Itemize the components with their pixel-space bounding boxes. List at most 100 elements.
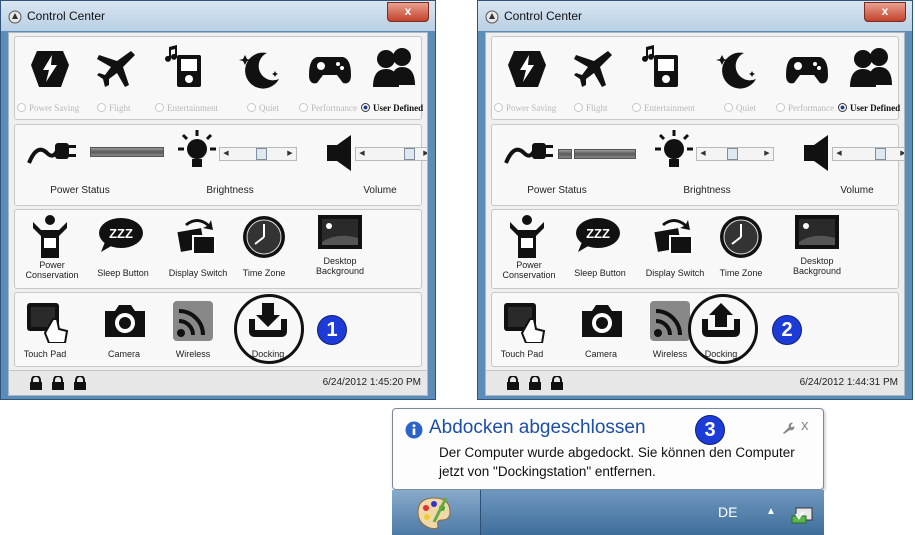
- mode-radio-flight[interactable]: Flight: [97, 103, 131, 113]
- camera-icon[interactable]: [103, 303, 147, 339]
- display-switch-label: Display Switch: [645, 268, 705, 278]
- power-saving-icon[interactable]: [504, 45, 550, 91]
- power-conservation-icon[interactable]: [508, 214, 546, 258]
- mode-radio-performance[interactable]: Performance: [776, 103, 834, 113]
- lock-icon: [507, 376, 519, 390]
- performance-icon[interactable]: [307, 45, 353, 91]
- power-status-bar: [574, 149, 636, 159]
- mode-radio-quiet[interactable]: Quiet: [247, 103, 279, 113]
- dock-power-segment: [558, 149, 572, 159]
- mode-radio-entertainment[interactable]: Entertainment: [155, 103, 218, 113]
- touch-pad-label: Touch Pad: [23, 349, 67, 359]
- volume-label: Volume: [363, 185, 397, 196]
- brightness-icon[interactable]: [175, 129, 219, 177]
- status-panel: ◀▶ ◀▶ Power Status Brightness Volume: [14, 124, 427, 206]
- time-zone-icon[interactable]: [718, 214, 764, 260]
- power-conservation-label: Power Conservation: [502, 260, 556, 280]
- power-conservation-icon[interactable]: [31, 214, 69, 258]
- power-status-label: Power Status: [527, 185, 587, 196]
- wireless-icon[interactable]: [171, 299, 215, 343]
- volume-slider[interactable]: ◀▶: [355, 147, 427, 161]
- desktop-background-label: Desktop Background: [315, 256, 365, 276]
- mode-radio-performance[interactable]: Performance: [299, 103, 357, 113]
- mode-radio-user-defined[interactable]: User Defined: [838, 103, 900, 113]
- time-zone-icon[interactable]: [241, 214, 287, 260]
- flight-icon[interactable]: [93, 45, 139, 91]
- touch-pad-icon[interactable]: [502, 299, 546, 343]
- power-plug-icon[interactable]: [504, 133, 554, 173]
- show-hidden-icons-arrow[interactable]: ▲: [766, 506, 776, 517]
- settings-panel: ZZZ Power Conservation Sleep Button Disp…: [14, 209, 422, 289]
- close-button[interactable]: x: [864, 2, 906, 22]
- brightness-label: Brightness: [683, 185, 731, 196]
- notification-close-button[interactable]: x: [801, 417, 809, 434]
- mode-radio-power-saving[interactable]: Power Saving: [17, 103, 79, 113]
- brightness-slider[interactable]: ◀ ▶: [219, 147, 297, 161]
- performance-icon[interactable]: [784, 45, 830, 91]
- time-zone-label: Time Zone: [242, 268, 286, 278]
- camera-label: Camera: [584, 349, 617, 359]
- docking-highlight-ring: [234, 294, 304, 364]
- sleep-button-label: Sleep Button: [574, 268, 626, 278]
- touch-pad-icon[interactable]: [25, 299, 69, 343]
- power-status-label: Power Status: [50, 185, 110, 196]
- volume-slider[interactable]: ◀▶: [832, 147, 904, 161]
- notification-text: Der Computer wurde abgedockt. Sie können…: [439, 445, 795, 479]
- power-plug-icon[interactable]: [27, 133, 77, 173]
- devices-panel: Touch Pad Camera Wireless Docking 2: [491, 292, 899, 367]
- power-status-bar: [90, 147, 164, 157]
- user-defined-icon[interactable]: [848, 45, 894, 91]
- mode-radio-power-saving[interactable]: Power Saving: [494, 103, 556, 113]
- lock-icon: [529, 376, 541, 390]
- settings-panel: ZZZ Power Conservation Sleep Button Disp…: [491, 209, 899, 289]
- paint-palette-icon: [417, 497, 451, 530]
- display-switch-icon[interactable]: [175, 214, 219, 258]
- flight-icon[interactable]: [570, 45, 616, 91]
- volume-icon[interactable]: [802, 133, 832, 173]
- language-indicator[interactable]: DE: [718, 504, 737, 520]
- desktop-background-icon[interactable]: [794, 214, 840, 250]
- entertainment-icon[interactable]: [640, 43, 686, 89]
- mode-radio-quiet[interactable]: Quiet: [724, 103, 756, 113]
- display-switch-icon[interactable]: [652, 214, 696, 258]
- docking-tray-icon[interactable]: [790, 504, 814, 524]
- camera-label: Camera: [107, 349, 140, 359]
- power-saving-icon[interactable]: [27, 45, 73, 91]
- time-zone-label: Time Zone: [719, 268, 763, 278]
- entertainment-icon[interactable]: [163, 43, 209, 89]
- notification-title: Abdocken abgeschlossen: [429, 417, 646, 438]
- start-button[interactable]: [392, 490, 481, 535]
- control-center-client: Power Saving Flight Entertainment Quiet …: [8, 32, 428, 396]
- wireless-label: Wireless: [652, 349, 688, 359]
- mode-radio-flight[interactable]: Flight: [574, 103, 608, 113]
- control-center-window-1: Control Center x Power Saving Flight Ent…: [0, 0, 436, 400]
- status-panel: ◀▶ ◀▶ Power Status Brightness Volume: [491, 124, 904, 206]
- callout-badge: 2: [772, 315, 802, 345]
- window-title: Control Center: [27, 9, 106, 23]
- desktop-background-label: Desktop Background: [792, 256, 842, 276]
- touch-pad-label: Touch Pad: [500, 349, 544, 359]
- sleep-button-icon[interactable]: ZZZ: [97, 216, 145, 254]
- wireless-icon[interactable]: [648, 299, 692, 343]
- brightness-slider[interactable]: ◀ ▶: [696, 147, 774, 161]
- window-title: Control Center: [504, 9, 583, 23]
- desktop-background-icon[interactable]: [317, 214, 363, 250]
- status-bar: 6/24/2012 1:44:31 PM: [486, 370, 904, 395]
- lock-icon: [551, 376, 563, 390]
- brightness-icon[interactable]: [652, 129, 696, 177]
- quiet-icon[interactable]: [237, 45, 283, 91]
- wireless-label: Wireless: [175, 349, 211, 359]
- mode-radio-entertainment[interactable]: Entertainment: [632, 103, 695, 113]
- mode-radio-user-defined[interactable]: User Defined: [361, 103, 423, 113]
- sleep-button-icon[interactable]: ZZZ: [574, 216, 622, 254]
- status-datetime: 6/24/2012 1:44:31 PM: [799, 377, 898, 388]
- quiet-icon[interactable]: [714, 45, 760, 91]
- display-switch-label: Display Switch: [168, 268, 228, 278]
- user-defined-icon[interactable]: [371, 45, 417, 91]
- volume-icon[interactable]: [325, 133, 355, 173]
- wrench-icon[interactable]: [781, 421, 795, 435]
- control-center-app-icon: [485, 10, 499, 24]
- notification-balloon[interactable]: Abdocken abgeschlossen 3 x Der Computer …: [392, 408, 824, 490]
- camera-icon[interactable]: [580, 303, 624, 339]
- close-button[interactable]: x: [387, 2, 429, 22]
